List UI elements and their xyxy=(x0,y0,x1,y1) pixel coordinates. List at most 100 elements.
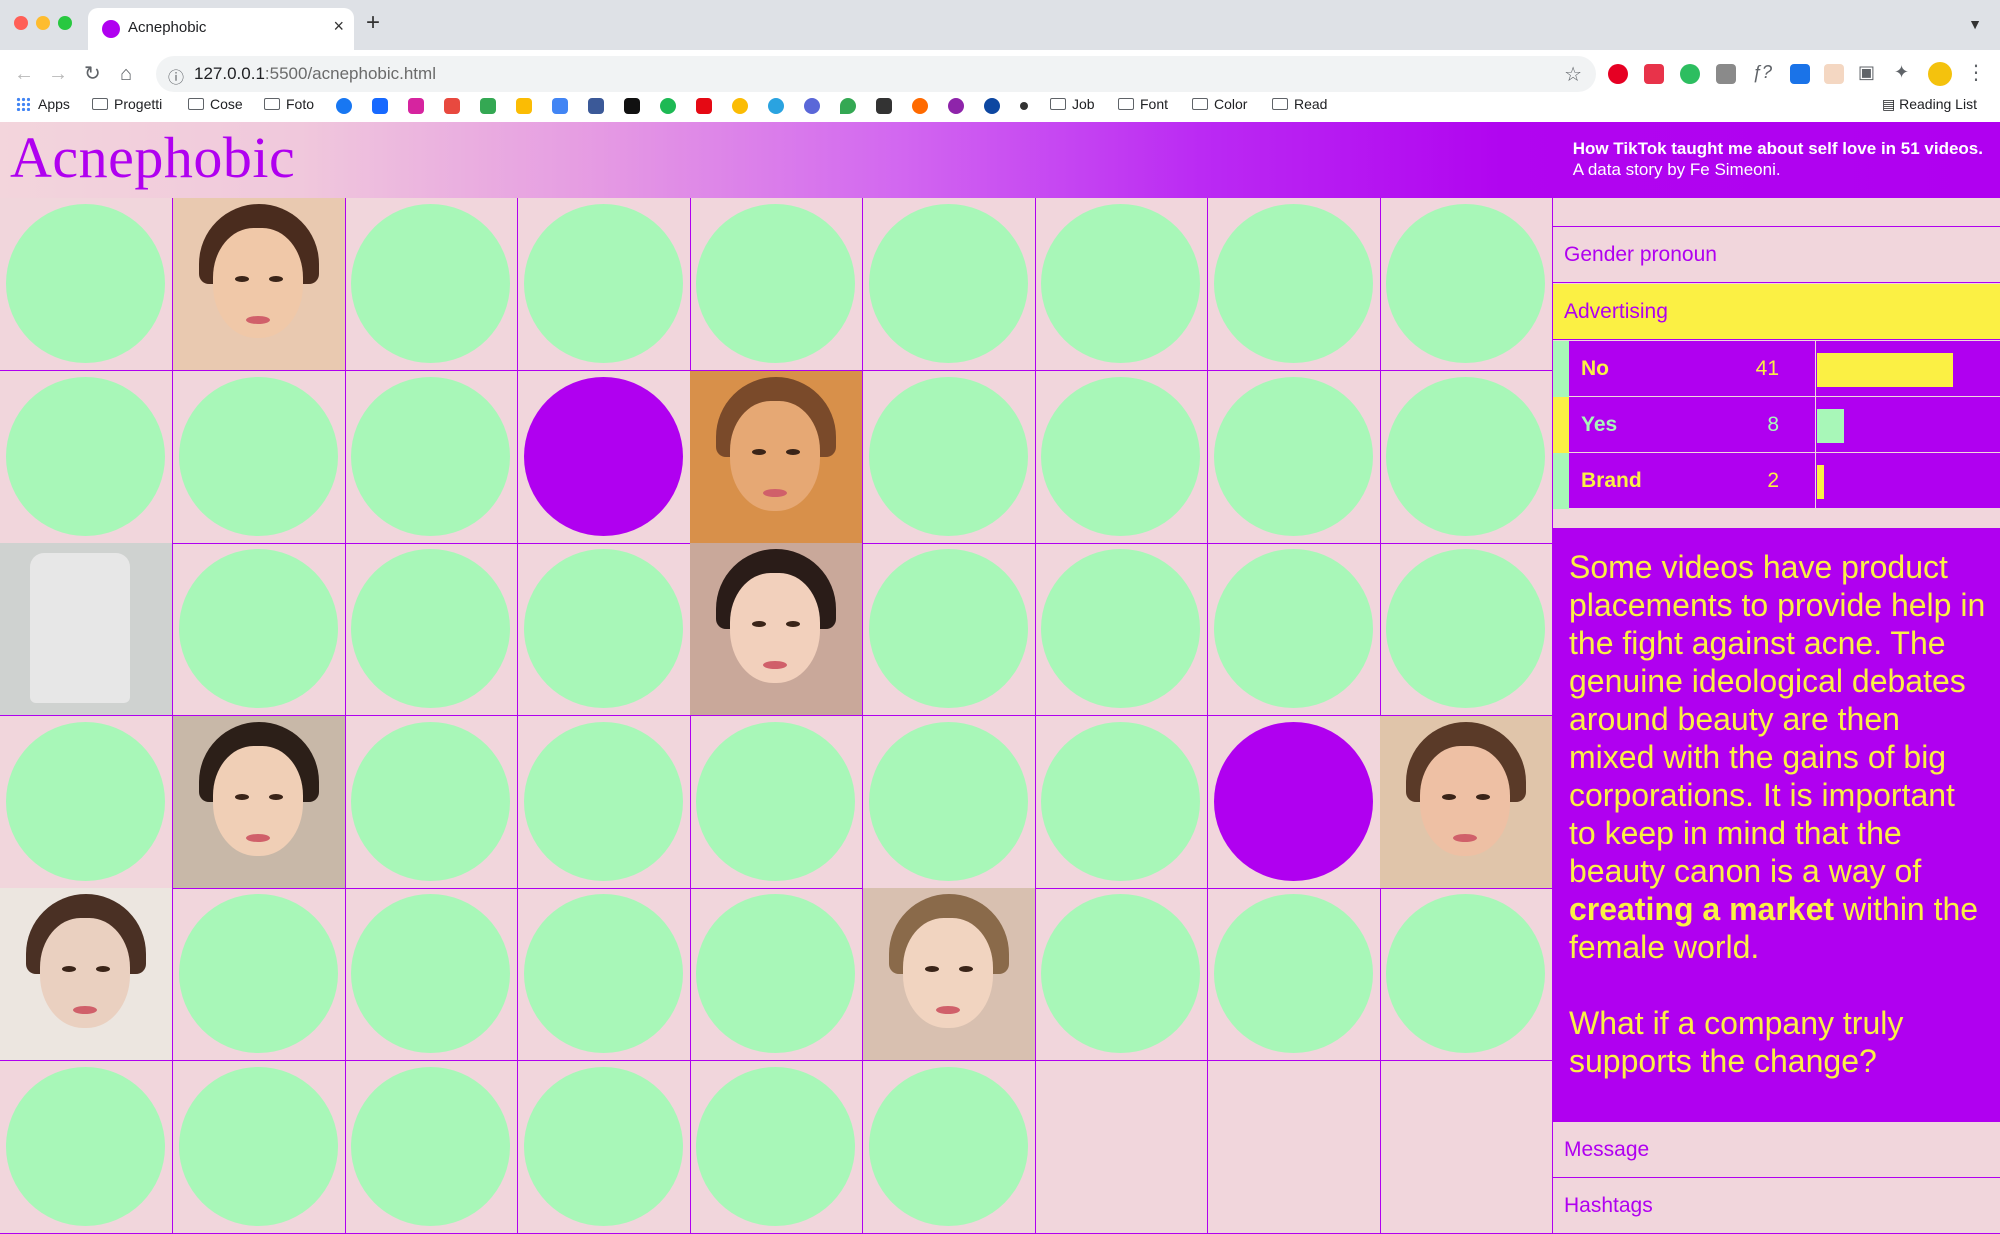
video-dot-cell[interactable] xyxy=(0,198,173,371)
video-thumbnail[interactable] xyxy=(1380,715,1552,888)
extensions-puzzle-icon[interactable]: ✦ xyxy=(1894,62,1909,83)
video-dot-cell[interactable] xyxy=(0,370,173,544)
video-dot-cell[interactable] xyxy=(1207,543,1381,716)
telegram-bookmark-icon[interactable] xyxy=(768,98,784,114)
advertising-stat-no[interactable]: No 41 xyxy=(1569,341,2000,397)
video-dot-cell[interactable] xyxy=(0,715,173,889)
video-dot[interactable] xyxy=(1041,204,1200,363)
video-dot-cell[interactable] xyxy=(862,1060,1036,1234)
highlighted-video-dot[interactable] xyxy=(523,376,683,536)
video-dot[interactable] xyxy=(1213,204,1373,363)
section-gender-pronoun[interactable]: Gender pronoun xyxy=(1553,227,2000,283)
flickr-bookmark-icon[interactable] xyxy=(984,98,1000,114)
highlighted-video-dot[interactable] xyxy=(1213,721,1373,881)
behance-bookmark-icon[interactable] xyxy=(372,98,388,114)
todo-extension-icon[interactable] xyxy=(1644,64,1664,84)
video-dot[interactable] xyxy=(523,204,683,363)
video-dot-cell[interactable] xyxy=(1035,888,1208,1061)
video-dot-cell[interactable] xyxy=(172,370,346,544)
video-dot-cell[interactable] xyxy=(1035,543,1208,716)
video-dot[interactable] xyxy=(178,549,338,708)
video-dot[interactable] xyxy=(351,204,510,363)
video-dot[interactable] xyxy=(1213,894,1373,1053)
video-dot[interactable] xyxy=(6,1066,165,1226)
wordreference-bookmark-icon[interactable] xyxy=(588,98,604,114)
video-thumbnail-cell[interactable] xyxy=(862,888,1036,1061)
video-dot-cell[interactable] xyxy=(1207,198,1381,371)
video-thumbnail[interactable] xyxy=(862,888,1035,1060)
bookmark-apps[interactable]: Apps xyxy=(16,96,70,112)
reading-list-button[interactable]: ▤ Reading List xyxy=(1882,96,1977,113)
back-icon[interactable]: ← xyxy=(14,62,34,86)
video-dot[interactable] xyxy=(868,376,1028,536)
video-thumbnail[interactable] xyxy=(172,198,345,370)
video-dot-cell[interactable] xyxy=(0,1060,173,1234)
site-info-icon[interactable]: ⓘ xyxy=(168,64,184,88)
video-dot[interactable] xyxy=(1386,894,1545,1053)
translate-bookmark-icon[interactable] xyxy=(552,98,568,114)
video-dot[interactable] xyxy=(351,549,510,708)
video-dot[interactable] xyxy=(868,1066,1028,1226)
advertising-stat-brand[interactable]: Brand 2 xyxy=(1569,453,2000,509)
section-advertising[interactable]: Advertising xyxy=(1553,284,2000,340)
video-dot-cell[interactable] xyxy=(1380,543,1553,716)
new-tab-icon[interactable]: + xyxy=(366,11,380,35)
video-dot-cell[interactable] xyxy=(172,888,346,1061)
dot-bookmark-icon[interactable] xyxy=(1020,102,1028,110)
video-dot-cell[interactable] xyxy=(1207,370,1381,544)
video-dot[interactable] xyxy=(868,549,1028,708)
photos-bookmark-icon[interactable] xyxy=(732,98,748,114)
video-thumbnail[interactable] xyxy=(0,888,172,1060)
video-dot-cell[interactable] xyxy=(172,1060,346,1234)
drive-bookmark-icon[interactable] xyxy=(480,98,496,114)
video-dot-cell[interactable] xyxy=(1207,715,1381,889)
video-dot-cell[interactable] xyxy=(517,1060,691,1234)
minimize-window-button[interactable] xyxy=(36,16,50,30)
video-dot[interactable] xyxy=(1386,376,1545,536)
video-dot[interactable] xyxy=(351,1066,510,1226)
video-dot[interactable] xyxy=(1041,376,1200,536)
video-thumbnail-cell[interactable] xyxy=(172,198,346,371)
pinterest-extension-icon[interactable] xyxy=(1608,64,1628,84)
video-dot[interactable] xyxy=(1041,549,1200,708)
video-dot-cell[interactable] xyxy=(1035,198,1208,371)
video-dot-cell[interactable] xyxy=(862,370,1036,544)
video-dot[interactable] xyxy=(696,894,855,1053)
video-thumbnail-cell[interactable] xyxy=(1380,715,1553,889)
video-dot[interactable] xyxy=(178,376,338,536)
video-dot[interactable] xyxy=(178,1066,338,1226)
video-thumbnail[interactable] xyxy=(690,370,862,543)
video-dot[interactable] xyxy=(351,376,510,536)
instagram-bookmark-icon[interactable] xyxy=(408,98,424,114)
reload-icon[interactable]: ↻ xyxy=(84,62,101,86)
video-dot-cell[interactable] xyxy=(517,543,691,716)
video-dot[interactable] xyxy=(351,721,510,881)
video-dot-cell[interactable] xyxy=(862,198,1036,371)
address-bar[interactable]: ⓘ 127.0.0.1:5500/acnephobic.html ☆ xyxy=(156,56,1596,92)
video-dot-cell[interactable] xyxy=(690,1060,863,1234)
video-thumbnail[interactable] xyxy=(172,715,345,888)
picker-extension-icon[interactable] xyxy=(1790,64,1810,84)
video-dot-cell[interactable] xyxy=(690,888,863,1061)
video-dot-cell[interactable] xyxy=(690,198,863,371)
netflix-bookmark-icon[interactable] xyxy=(696,98,712,114)
site-logo[interactable]: Acnephobic xyxy=(10,124,295,191)
purple-bookmark-icon[interactable] xyxy=(948,98,964,114)
video-dot-cell[interactable] xyxy=(345,715,518,889)
video-dot-cell[interactable] xyxy=(690,715,863,889)
fonts-extension-icon[interactable]: ƒ? xyxy=(1752,62,1772,83)
video-thumbnail-cell[interactable] xyxy=(0,888,173,1061)
video-dot-cell[interactable] xyxy=(1380,370,1553,544)
ai-bookmark-icon[interactable] xyxy=(912,98,928,114)
video-dot[interactable] xyxy=(351,894,510,1053)
video-dot-cell[interactable] xyxy=(862,715,1036,889)
video-dot-cell[interactable] xyxy=(1207,888,1381,1061)
video-dot-cell[interactable] xyxy=(517,370,691,544)
video-dot-cell[interactable] xyxy=(862,543,1036,716)
maps-bookmark-icon[interactable] xyxy=(840,98,856,114)
video-thumbnail[interactable] xyxy=(690,543,862,715)
bookmark-folder-foto[interactable]: Foto xyxy=(264,96,314,112)
video-dot-cell[interactable] xyxy=(1035,715,1208,889)
bookmark-folder-job[interactable]: Job xyxy=(1050,96,1095,112)
video-dot[interactable] xyxy=(1041,894,1200,1053)
